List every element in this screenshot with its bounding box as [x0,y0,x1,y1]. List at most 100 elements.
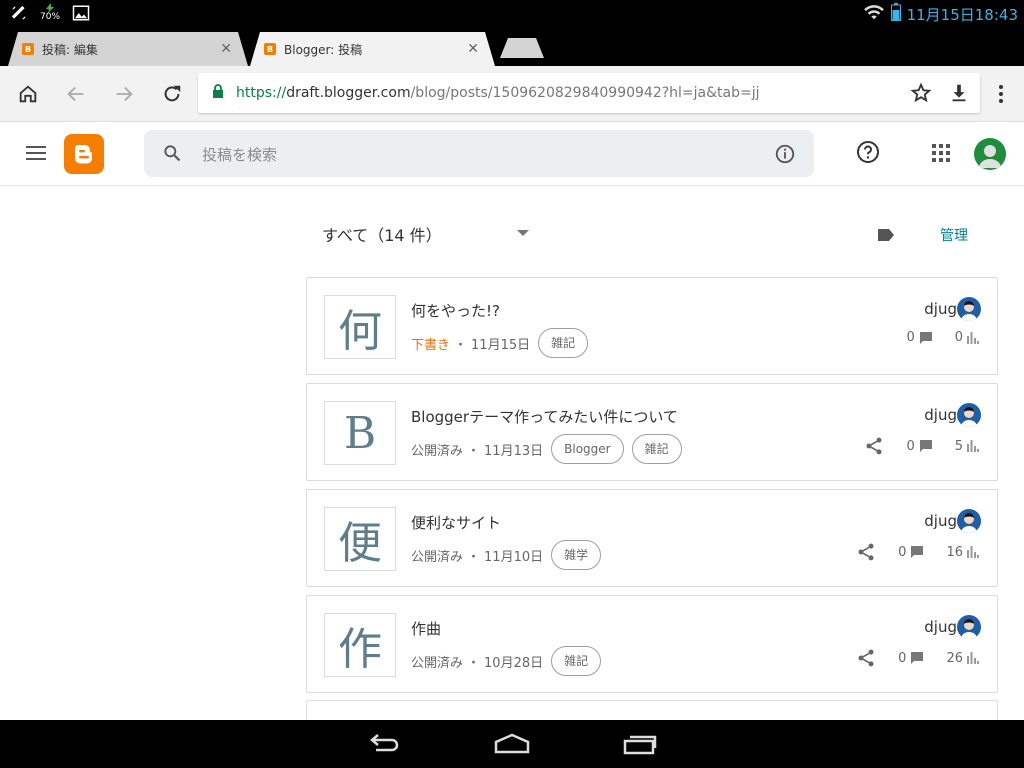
view-count: 26 [946,650,963,666]
tab-post-edit[interactable]: B 投稿: 編集 ✕ [8,32,248,66]
url-path: /blog/posts/1509620829840990942?hl=ja&ta… [410,85,760,101]
search-placeholder: 投稿を検索 [202,146,278,164]
blogger-favicon-icon: B [264,43,276,55]
tab-title: Blogger: 投稿 [284,42,363,57]
forward-icon[interactable] [111,81,137,107]
post-card[interactable]: 作作曲 公開済み・ 10月28日 雑記 djug 0 26 [306,595,998,693]
dropdown-arrow-icon[interactable] [517,230,529,236]
comment-icon [910,545,924,559]
post-card[interactable]: B Bloggerテーマ作ってみたい件について公開済み・ 11月13日 Blogger… [306,383,998,481]
views-icon [967,440,979,452]
comment-icon [919,439,933,453]
label-chip[interactable]: 雑記 [631,434,682,464]
tab-blogger-posts[interactable]: B Blogger: 投稿 ✕ [250,32,495,66]
view-count: 5 [954,438,963,454]
post-author: djug [924,512,957,530]
author-avatar [957,509,981,533]
post-status: 公開済み [411,549,464,565]
home-icon[interactable] [15,81,41,107]
label-chip[interactable]: 雑学 [551,540,602,570]
post-stats: 00 [906,330,979,345]
comment-count: 0 [906,330,915,345]
post-author: djug [924,300,957,318]
new-tab-button[interactable] [500,38,544,58]
post-card[interactable]: 便便利なサイト 公開済み・ 11月10日 雑学 djug 0 16 [306,489,998,587]
post-thumbnail: 便 [324,507,396,571]
nav-home-icon[interactable] [494,732,530,760]
meta-separator: ・ [467,549,481,565]
share-icon[interactable] [864,436,884,456]
post-card[interactable]: 何何をやった!? 下書き・ 11月15日 雑記 djug 0 0 [306,277,998,375]
url-host: draft.blogger.com [286,85,411,101]
meta-separator: ・ [467,655,481,671]
share-icon[interactable] [856,648,876,668]
label-chip[interactable]: Blogger [551,434,624,464]
comment-icon [919,331,933,345]
meta-separator: ・ [467,443,481,459]
author-avatar [957,403,981,427]
post-author: djug [924,406,957,424]
post-title[interactable]: 作曲 [411,618,441,639]
account-avatar[interactable] [974,138,1006,170]
meta-separator: ・ [454,337,468,353]
info-icon[interactable] [774,143,796,169]
label-tag-icon[interactable] [876,227,896,247]
close-tab-icon[interactable]: ✕ [220,41,232,57]
comment-count: 0 [906,438,915,454]
view-count: 16 [946,544,963,560]
post-thumbnail: B [324,401,396,465]
more-menu-icon[interactable] [988,81,1014,107]
post-stats: 05 [864,436,979,456]
battery-icon [890,3,901,25]
bookmark-star-icon[interactable] [910,82,932,108]
post-filter-dropdown[interactable]: すべて（14 件） [322,222,442,246]
reload-icon[interactable] [159,81,185,107]
gallery-icon [72,4,90,22]
post-date: 11月10日 [484,549,544,565]
nav-back-icon[interactable] [366,732,402,760]
manage-link[interactable]: 管理 [940,225,968,245]
tab-strip: B 投稿: 編集 ✕ B Blogger: 投稿 ✕ [0,26,1024,66]
label-chip[interactable]: 雑記 [551,646,602,676]
search-box[interactable]: 投稿を検索 [144,130,814,177]
download-icon[interactable] [948,82,970,108]
post-title[interactable]: 便利なサイト [411,512,501,533]
post-status: 公開済み [411,655,464,671]
comment-icon [910,651,924,665]
blogger-logo[interactable] [64,134,104,174]
navigation-bar [0,720,1024,768]
comment-count: 0 [898,650,907,666]
apps-grid-icon[interactable] [932,144,950,166]
post-date: 11月15日 [471,337,531,353]
post-meta: 公開済み・ 11月13日 Blogger 雑記 [411,434,682,464]
post-meta: 公開済み・ 10月28日 雑記 [411,646,602,676]
rotation-lock-icon [10,4,28,22]
lock-icon [212,84,224,102]
help-icon[interactable] [856,140,880,168]
battery-percent: 70% [40,12,61,22]
post-thumbnail: 作 [324,613,396,677]
post-status: 公開済み [411,443,464,459]
status-bar: 70% 11月15日18:43 [0,0,1024,26]
author-avatar [957,297,981,321]
author-avatar [957,615,981,639]
nav-recents-icon[interactable] [622,732,658,760]
battery-indicator: 70% [40,3,60,22]
post-title[interactable]: Bloggerテーマ作ってみたい件について [411,406,678,427]
post-title[interactable]: 何をやった!? [411,300,500,321]
post-status: 下書き [411,337,451,353]
url-scheme: https:// [236,85,287,101]
blogger-header: 投稿を検索 [0,122,1024,186]
share-icon[interactable] [856,542,876,562]
post-date: 11月13日 [484,443,544,459]
views-icon [967,331,979,344]
label-chip[interactable]: 雑記 [538,328,589,358]
back-icon[interactable] [63,81,89,107]
address-bar[interactable]: https://draft.blogger.com/blog/posts/150… [198,73,980,113]
post-date: 10月28日 [484,655,544,671]
close-tab-icon[interactable]: ✕ [467,41,479,57]
browser-toolbar: https://draft.blogger.com/blog/posts/150… [0,66,1024,122]
hamburger-menu-icon[interactable] [26,144,46,166]
clock: 11月15日18:43 [906,5,1018,24]
view-count: 0 [954,330,963,345]
